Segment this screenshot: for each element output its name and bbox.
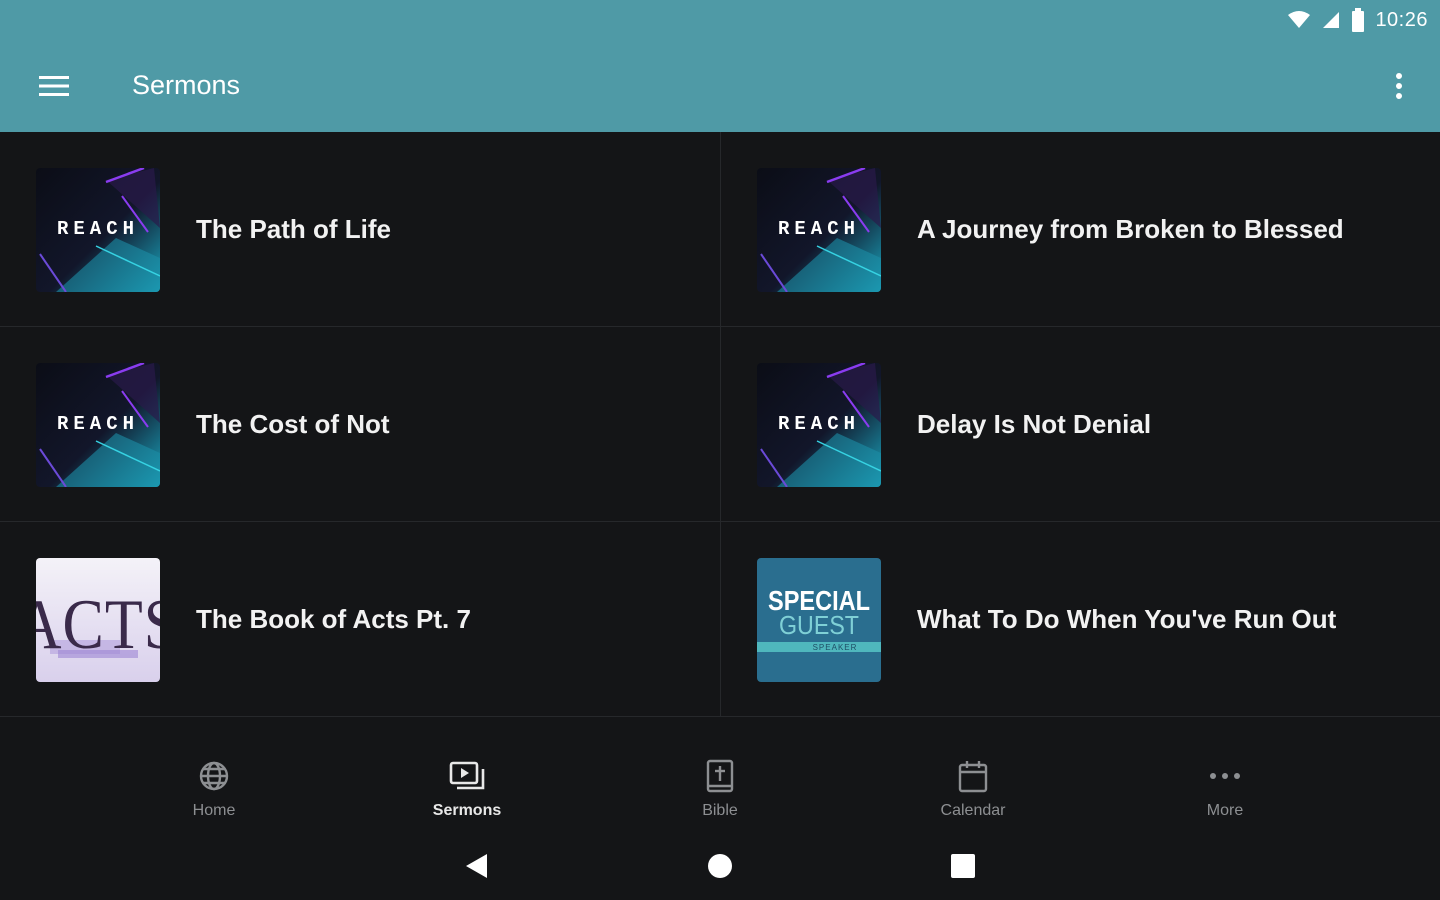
svg-text:REACH: REACH	[57, 413, 139, 435]
svg-text:SPEAKER: SPEAKER	[813, 643, 858, 652]
sermon-item[interactable]: REACH A Journey from Broken to Blessed	[720, 132, 1440, 327]
video-library-icon	[447, 756, 487, 796]
more-vertical-icon	[1396, 73, 1402, 99]
back-triangle-icon	[466, 854, 487, 878]
sermon-item[interactable]: ACTS The Book of Acts Pt. 7	[0, 522, 720, 717]
status-icons: 10:26	[1287, 6, 1428, 34]
recents-square-icon	[951, 854, 975, 878]
sermon-title: The Book of Acts Pt. 7	[196, 604, 471, 634]
bible-icon	[700, 756, 740, 796]
svg-text:REACH: REACH	[778, 413, 860, 435]
svg-text:ACTS: ACTS	[36, 585, 160, 664]
globe-icon	[194, 756, 234, 796]
sermon-artwork-reach: REACH	[757, 363, 881, 487]
sermon-artwork-reach: REACH	[757, 168, 881, 292]
more-horizontal-icon	[1205, 756, 1245, 796]
nav-label-home: Home	[192, 802, 236, 819]
nav-label-sermons: Sermons	[432, 802, 502, 819]
status-time: 10:26	[1375, 8, 1428, 31]
nav-item-more[interactable]: More	[1145, 740, 1305, 830]
sermon-title: What To Do When You've Run Out	[917, 604, 1337, 634]
sermons-screen: 10:26 Sermons REACH The Path of Life REA…	[0, 0, 1440, 900]
calendar-icon	[953, 756, 993, 796]
nav-item-bible[interactable]: Bible	[640, 740, 800, 830]
sermon-item[interactable]: REACH Delay Is Not Denial	[720, 327, 1440, 522]
sermon-title: A Journey from Broken to Blessed	[917, 214, 1344, 244]
sermon-item[interactable]: SPECIAL GUEST SPEAKER What To Do When Yo…	[720, 522, 1440, 717]
cell-signal-icon	[1323, 12, 1340, 28]
svg-text:REACH: REACH	[778, 218, 860, 240]
hamburger-menu-icon	[39, 76, 69, 96]
page-title: Sermons	[132, 70, 241, 100]
sermon-grid: REACH The Path of Life REACH A Journey f…	[0, 132, 1440, 717]
system-back-button[interactable]	[456, 846, 496, 886]
nav-item-calendar[interactable]: Calendar	[893, 740, 1053, 830]
home-circle-icon	[708, 854, 732, 878]
sermon-artwork-special-guest: SPECIAL GUEST SPEAKER	[757, 558, 881, 682]
sermon-title: The Cost of Not	[196, 409, 390, 439]
system-recents-button[interactable]	[943, 846, 983, 886]
sermon-title: The Path of Life	[196, 214, 391, 244]
wifi-icon	[1288, 11, 1311, 28]
sermon-artwork-reach: REACH	[36, 363, 160, 487]
sermon-title: Delay Is Not Denial	[917, 409, 1152, 439]
overflow-menu-button[interactable]	[1384, 66, 1414, 106]
menu-button[interactable]	[28, 66, 80, 106]
status-bar: 10:26	[0, 0, 1440, 40]
battery-icon	[1352, 8, 1365, 32]
nav-item-home[interactable]: Home	[134, 740, 294, 830]
nav-label-calendar: Calendar	[940, 802, 1006, 819]
system-navigation-bar	[0, 832, 1440, 900]
svg-text:GUEST: GUEST	[779, 610, 859, 640]
sermon-artwork-reach: REACH	[36, 168, 160, 292]
svg-text:REACH: REACH	[57, 218, 139, 240]
bottom-navigation: Home Sermons Bible Calendar More	[0, 740, 1440, 832]
nav-label-bible: Bible	[702, 802, 738, 819]
system-home-button[interactable]	[700, 846, 740, 886]
app-bar: Sermons	[0, 40, 1440, 132]
nav-item-sermons[interactable]: Sermons	[387, 740, 547, 830]
sermon-artwork-acts: ACTS	[36, 558, 160, 682]
nav-label-more: More	[1206, 802, 1244, 819]
sermon-item[interactable]: REACH The Path of Life	[0, 132, 720, 327]
sermon-item[interactable]: REACH The Cost of Not	[0, 327, 720, 522]
